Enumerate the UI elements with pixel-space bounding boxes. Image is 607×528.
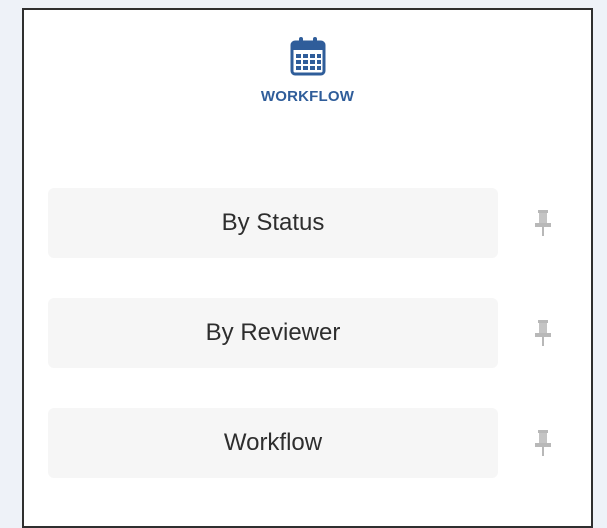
calendar-icon (290, 37, 325, 76)
nav-row-by-reviewer: By Reviewer (48, 298, 551, 368)
nav-row-workflow: Workflow (48, 408, 551, 478)
by-status-button[interactable]: By Status (48, 188, 498, 258)
workflow-panel: WORKFLOW By Status By Reviewer Workflow (22, 8, 593, 528)
panel-title: WORKFLOW (260, 88, 355, 105)
nav-row-by-status: By Status (48, 188, 551, 258)
by-reviewer-button[interactable]: By Reviewer (48, 298, 498, 368)
pin-icon[interactable] (534, 210, 552, 236)
pin-icon[interactable] (534, 320, 552, 346)
workflow-button[interactable]: Workflow (48, 408, 498, 478)
panel-header: WORKFLOW (24, 34, 591, 105)
pin-icon[interactable] (534, 430, 552, 456)
